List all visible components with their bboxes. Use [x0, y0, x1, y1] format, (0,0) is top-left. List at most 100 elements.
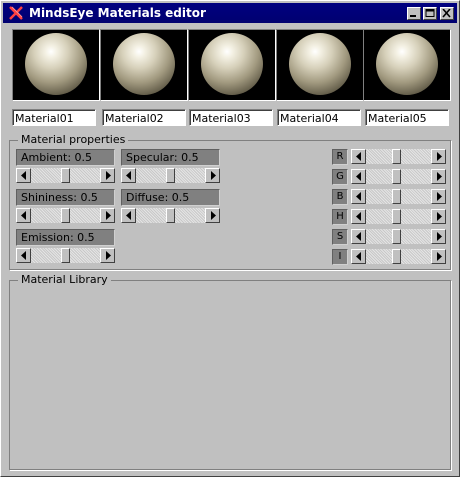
- emission-label: Emission: 0.5: [16, 229, 115, 246]
- material-preview-4[interactable]: [276, 29, 364, 101]
- title-bar[interactable]: MindsEye Materials editor: [3, 3, 457, 23]
- channel-b-thumb[interactable]: [392, 189, 401, 204]
- channel-r-label: R: [332, 149, 348, 165]
- arrow-left-icon: [356, 252, 361, 261]
- channel-i-label: I: [332, 249, 348, 265]
- material-name-field-3[interactable]: Material03: [189, 109, 273, 126]
- maximize-button[interactable]: [423, 7, 437, 20]
- channel-b-label: B: [332, 189, 348, 205]
- ambient-slider[interactable]: [16, 168, 115, 183]
- scroll-right-button[interactable]: [431, 229, 446, 244]
- arrow-right-icon: [106, 211, 111, 220]
- scroll-left-button[interactable]: [351, 169, 366, 184]
- arrow-right-icon: [437, 252, 442, 261]
- scroll-left-button[interactable]: [121, 208, 136, 223]
- sphere-preview: [201, 33, 263, 95]
- material-name-field-4[interactable]: Material04: [277, 109, 361, 126]
- scroll-right-button[interactable]: [431, 149, 446, 164]
- channel-i-slider[interactable]: [351, 249, 446, 264]
- scroll-right-button[interactable]: [431, 249, 446, 264]
- arrow-right-icon: [211, 211, 216, 220]
- arrow-right-icon: [106, 251, 111, 260]
- scroll-right-button[interactable]: [100, 168, 115, 183]
- material-name-field-2[interactable]: Material02: [102, 109, 186, 126]
- arrow-left-icon: [356, 192, 361, 201]
- material-library-label: Material Library: [18, 274, 111, 286]
- close-icon: [442, 9, 451, 18]
- channel-s-thumb[interactable]: [392, 229, 401, 244]
- scroll-right-button[interactable]: [431, 169, 446, 184]
- ambient-slider-thumb[interactable]: [61, 168, 70, 183]
- channel-r-thumb[interactable]: [392, 149, 401, 164]
- channel-s-label: S: [332, 229, 348, 245]
- arrow-left-icon: [126, 211, 131, 220]
- material-preview-1[interactable]: [12, 29, 100, 101]
- shininess-slider[interactable]: [16, 208, 115, 223]
- arrow-right-icon: [211, 171, 216, 180]
- arrow-left-icon: [356, 152, 361, 161]
- arrow-left-icon: [126, 171, 131, 180]
- scroll-left-button[interactable]: [351, 189, 366, 204]
- material-library-group[interactable]: [9, 280, 451, 470]
- arrow-left-icon: [21, 211, 26, 220]
- material-preview-2[interactable]: [100, 29, 188, 101]
- diffuse-slider[interactable]: [121, 208, 220, 223]
- material-name-field-5[interactable]: Material05: [365, 109, 449, 126]
- arrow-right-icon: [437, 212, 442, 221]
- scroll-right-button[interactable]: [431, 189, 446, 204]
- material-properties-label: Material properties: [18, 134, 129, 146]
- channel-g-slider[interactable]: [351, 169, 446, 184]
- sphere-preview: [289, 33, 351, 95]
- scroll-left-button[interactable]: [16, 248, 31, 263]
- diffuse-slider-thumb[interactable]: [166, 208, 175, 223]
- scroll-left-button[interactable]: [351, 209, 366, 224]
- channel-g-label: G: [332, 169, 348, 185]
- specular-slider[interactable]: [121, 168, 220, 183]
- specular-label: Specular: 0.5: [121, 149, 220, 166]
- window-title: MindsEye Materials editor: [29, 6, 206, 20]
- scroll-right-button[interactable]: [205, 168, 220, 183]
- ambient-label: Ambient: 0.5: [16, 149, 115, 166]
- scroll-right-button[interactable]: [100, 248, 115, 263]
- shininess-slider-thumb[interactable]: [61, 208, 70, 223]
- specular-slider-thumb[interactable]: [166, 168, 175, 183]
- scroll-left-button[interactable]: [351, 149, 366, 164]
- channel-h-label: H: [332, 209, 348, 225]
- sphere-preview: [113, 33, 175, 95]
- sphere-preview: [25, 33, 87, 95]
- shininess-label: Shininess: 0.5: [16, 189, 115, 206]
- arrow-right-icon: [437, 192, 442, 201]
- emission-slider-thumb[interactable]: [61, 248, 70, 263]
- scroll-left-button[interactable]: [121, 168, 136, 183]
- channel-b-slider[interactable]: [351, 189, 446, 204]
- channel-r-slider[interactable]: [351, 149, 446, 164]
- scroll-left-button[interactable]: [351, 229, 366, 244]
- channel-s-slider[interactable]: [351, 229, 446, 244]
- material-preview-5[interactable]: [363, 29, 451, 101]
- arrow-left-icon: [356, 172, 361, 181]
- scroll-right-button[interactable]: [431, 209, 446, 224]
- material-name-field-1[interactable]: Material01: [12, 109, 96, 126]
- scroll-left-button[interactable]: [351, 249, 366, 264]
- arrow-right-icon: [437, 152, 442, 161]
- materials-editor-window: MindsEye Materials editor Material01 Mat…: [0, 0, 460, 477]
- channel-h-thumb[interactable]: [392, 209, 401, 224]
- scroll-right-button[interactable]: [100, 208, 115, 223]
- maximize-icon: [425, 9, 435, 17]
- sphere-preview: [376, 33, 438, 95]
- arrow-left-icon: [356, 232, 361, 241]
- arrow-left-icon: [21, 251, 26, 260]
- scroll-left-button[interactable]: [16, 168, 31, 183]
- emission-slider[interactable]: [16, 248, 115, 263]
- channel-i-thumb[interactable]: [392, 249, 401, 264]
- close-button[interactable]: [440, 7, 454, 20]
- minimize-button[interactable]: [407, 7, 421, 20]
- material-preview-3[interactable]: [188, 29, 276, 101]
- arrow-left-icon: [21, 171, 26, 180]
- arrow-right-icon: [106, 171, 111, 180]
- x-app-icon[interactable]: [9, 6, 23, 20]
- channel-h-slider[interactable]: [351, 209, 446, 224]
- channel-g-thumb[interactable]: [392, 169, 401, 184]
- scroll-left-button[interactable]: [16, 208, 31, 223]
- scroll-right-button[interactable]: [205, 208, 220, 223]
